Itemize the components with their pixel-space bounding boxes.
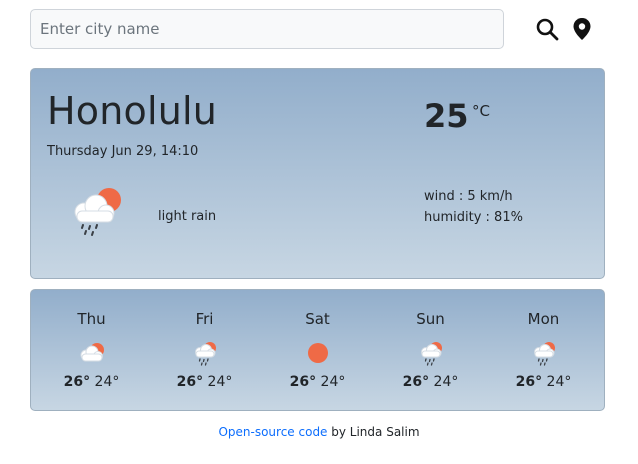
forecast-low: 24° — [94, 374, 120, 390]
forecast-high: 26° — [289, 374, 317, 390]
forecast-high: 26° — [176, 374, 204, 390]
city-search-input[interactable] — [30, 9, 504, 49]
source-code-link[interactable]: Open-source code — [218, 425, 327, 439]
rain-cloud-sun-icon — [533, 342, 555, 366]
rain-cloud-sun-icon — [74, 188, 121, 236]
weather-condition: light rain — [158, 209, 217, 224]
wind-speed: wind : 5 km/h — [424, 189, 513, 204]
forecast-day-name: Sun — [416, 310, 445, 328]
temperature-unit: °C — [472, 102, 490, 120]
forecast-day-name: Thu — [77, 310, 106, 328]
forecast-day: Thu 26° 24° — [35, 290, 148, 410]
forecast-low: 24° — [320, 374, 346, 390]
forecast-day-name: Sat — [305, 310, 330, 328]
forecast-day-name: Mon — [527, 310, 560, 328]
footer-credit: by Linda Salim — [327, 425, 420, 439]
forecast-temps: 26° 24° — [148, 374, 261, 390]
sun-icon — [307, 343, 328, 363]
forecast-temps: 26° 24° — [374, 374, 487, 390]
current-weather-card: Honolulu Thursday Jun 29, 14:10 25 °C li… — [30, 68, 605, 279]
forecast-card: Thu 26° 24° Fri 26° 24° Sat 26° 24° Sun … — [30, 289, 605, 411]
search-icon — [536, 18, 559, 41]
forecast-low: 24° — [546, 374, 572, 390]
cloud-sun-icon — [80, 343, 104, 362]
forecast-low: 24° — [207, 374, 233, 390]
forecast-high: 26° — [402, 374, 430, 390]
current-temperature: 25 — [424, 97, 469, 135]
rain-cloud-sun-icon — [194, 342, 216, 366]
forecast-high: 26° — [515, 374, 543, 390]
forecast-low: 24° — [433, 374, 459, 390]
map-pin-icon — [573, 18, 591, 40]
forecast-temps: 26° 24° — [35, 374, 148, 390]
date-time: Thursday Jun 29, 14:10 — [47, 144, 199, 159]
humidity: humidity : 81% — [424, 210, 523, 225]
forecast-temps: 26° 24° — [487, 374, 600, 390]
forecast-high: 26° — [63, 374, 91, 390]
rain-cloud-sun-icon — [420, 342, 442, 366]
forecast-day: Fri 26° 24° — [148, 290, 261, 410]
forecast-day: Mon 26° 24° — [487, 290, 600, 410]
forecast-day: Sun 26° 24° — [374, 290, 487, 410]
footer: Open-source code by Linda Salim — [0, 425, 638, 439]
forecast-temps: 26° 24° — [261, 374, 374, 390]
city-name: Honolulu — [47, 89, 218, 133]
forecast-day-name: Fri — [195, 310, 214, 328]
current-location-button[interactable] — [567, 14, 597, 44]
forecast-day: Sat 26° 24° — [261, 290, 374, 410]
search-button[interactable] — [532, 14, 562, 44]
